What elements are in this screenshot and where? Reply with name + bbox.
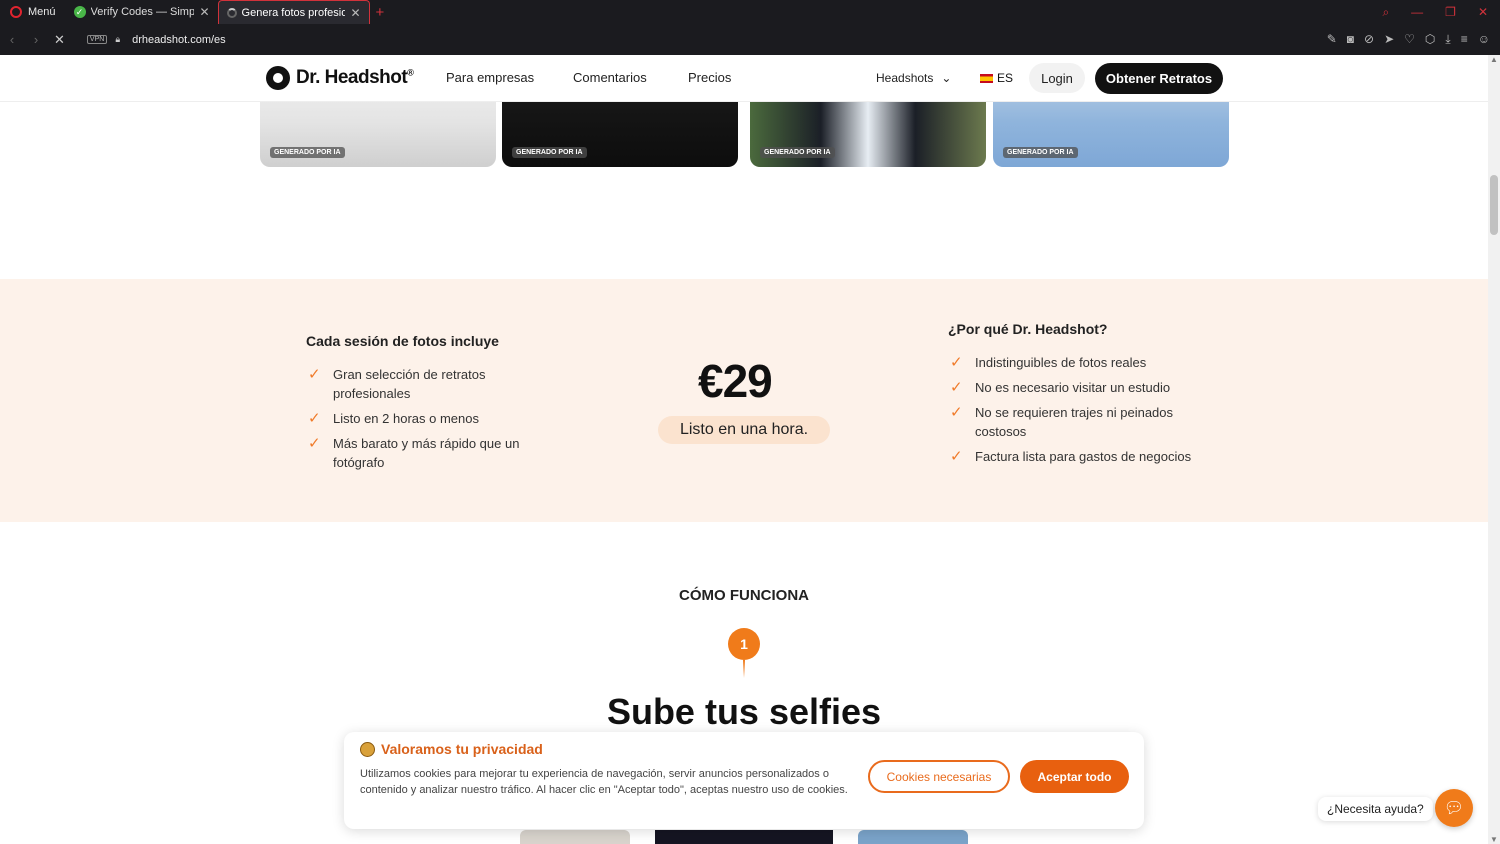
tab-title: Genera fotos profesionales bbox=[241, 6, 346, 19]
browser-menu-button[interactable]: Menú bbox=[0, 0, 66, 24]
scroll-thumb[interactable] bbox=[1490, 175, 1498, 235]
nav-link-pricing[interactable]: Precios bbox=[688, 70, 731, 85]
step-connector bbox=[743, 660, 745, 678]
cookie-title-text: Valoramos tu privacidad bbox=[381, 741, 543, 757]
check-icon: ✓ bbox=[308, 435, 321, 452]
example-upload-thumb bbox=[655, 830, 833, 844]
check-icon: ✓ bbox=[950, 379, 963, 396]
tab-drheadshot[interactable]: Genera fotos profesionales ✕ bbox=[217, 0, 370, 24]
ai-generated-badge: GENERADO POR IA bbox=[270, 147, 345, 158]
price: €29 bbox=[698, 355, 773, 407]
nav-link-business[interactable]: Para empresas bbox=[446, 70, 534, 85]
cookie-title: Valoramos tu privacidad bbox=[360, 741, 543, 757]
forward-icon[interactable]: › bbox=[24, 32, 48, 47]
get-headshots-button[interactable]: Obtener Retratos bbox=[1095, 63, 1223, 94]
chevron-down-icon: ⌄ bbox=[941, 71, 952, 85]
example-selfie-thumb bbox=[520, 830, 630, 844]
restore-icon[interactable]: ❐ bbox=[1445, 5, 1456, 19]
includes-title: Cada sesión de fotos incluye bbox=[306, 333, 499, 349]
window-controls: ⌕ — ❐ ✕ bbox=[1382, 5, 1500, 20]
vpn-badge[interactable]: VPN bbox=[86, 35, 108, 44]
check-icon: ✓ bbox=[308, 366, 321, 383]
accept-all-button[interactable]: Aceptar todo bbox=[1020, 760, 1129, 793]
lock-icon[interactable]: 🔒︎ bbox=[115, 34, 120, 45]
list-item: ✓ Gran selección de retratos profesionale… bbox=[308, 366, 486, 401]
cookie-consent-banner: Valoramos tu privacidad Utilizamos cooki… bbox=[344, 732, 1144, 829]
help-label[interactable]: ¿Necesita ayuda? bbox=[1318, 797, 1433, 821]
ai-generated-badge: GENERADO POR IA bbox=[760, 147, 835, 158]
why-list: ✓ Indistinguibles de fotos reales ✓ No es … bbox=[950, 353, 1200, 472]
headshots-dropdown-label: Headshots bbox=[876, 71, 934, 85]
stop-loading-icon[interactable]: ✕ bbox=[54, 32, 65, 48]
loading-spinner-icon bbox=[226, 7, 237, 18]
adblock-icon[interactable]: ⊘ bbox=[1364, 32, 1374, 47]
list-item: ✓ Listo en 2 horas o menos bbox=[308, 410, 479, 427]
list-item: ✓ No es necesario visitar un estudio bbox=[950, 379, 1171, 396]
address-bar: ‹ › ✕ VPN 🔒︎ drheadshot.com/es ✎ ◙ ⊘ ➤ ♡… bbox=[0, 24, 1500, 55]
check-icon: ✓ bbox=[950, 354, 963, 371]
logo-text: Dr. Headshot® bbox=[296, 67, 414, 88]
send-icon[interactable]: ➤ bbox=[1384, 32, 1394, 47]
how-it-works-title: CÓMO FUNCIONA bbox=[679, 587, 809, 604]
list-item: ✓ No se requieren trajes ni peinados cost… bbox=[950, 404, 1174, 439]
example-selfie-thumb bbox=[858, 830, 968, 844]
site-header: Dr. Headshot® Para empresas Comentarios … bbox=[0, 55, 1488, 102]
opera-logo-icon bbox=[10, 6, 22, 18]
ready-time-pill: Listo en una hora. bbox=[658, 416, 830, 444]
edit-icon[interactable]: ✎ bbox=[1327, 32, 1337, 47]
close-window-icon[interactable]: ✕ bbox=[1478, 5, 1488, 19]
search-tabs-icon[interactable]: ⌕ bbox=[1382, 5, 1389, 20]
nav-link-reviews[interactable]: Comentarios bbox=[573, 70, 647, 85]
chat-bubble-icon: 💬︎ bbox=[1443, 800, 1465, 817]
site-logo[interactable]: Dr. Headshot® bbox=[266, 66, 414, 90]
camera-icon[interactable]: ◙ bbox=[1347, 32, 1354, 47]
tab-verify-codes[interactable]: ✓ Verify Codes — SimplyCodes ✕ bbox=[66, 0, 218, 24]
check-icon: ✓ bbox=[950, 404, 963, 421]
why-title: ¿Por qué Dr. Headshot? bbox=[948, 321, 1108, 337]
necessary-cookies-button[interactable]: Cookies necesarias bbox=[868, 760, 1010, 793]
ai-generated-badge: GENERADO POR IA bbox=[512, 147, 587, 158]
spain-flag-icon bbox=[980, 73, 993, 83]
check-icon: ✓ bbox=[950, 448, 963, 465]
check-icon: ✓ bbox=[308, 410, 321, 427]
headshots-dropdown[interactable]: Headshots ⌄ bbox=[876, 71, 951, 85]
login-button[interactable]: Login bbox=[1029, 63, 1085, 93]
list-item: ✓ Más barato y más rápido que un fotógraf… bbox=[308, 435, 520, 470]
language-label: ES bbox=[997, 71, 1014, 85]
profile-icon[interactable]: ☺ bbox=[1478, 32, 1490, 47]
url-field[interactable]: drheadshot.com/es bbox=[132, 34, 226, 46]
minimize-icon[interactable]: — bbox=[1411, 5, 1423, 19]
download-icon[interactable]: ⤓ bbox=[1445, 32, 1450, 47]
ai-generated-badge: GENERADO POR IA bbox=[1003, 147, 1078, 158]
web-page: GENERADO POR IA GENERADO POR IA GENERADO… bbox=[0, 55, 1488, 844]
scroll-down-icon[interactable]: ▼ bbox=[1488, 835, 1500, 844]
heart-icon[interactable]: ♡ bbox=[1404, 32, 1415, 47]
includes-list: ✓ Gran selección de retratos profesionale… bbox=[308, 365, 553, 478]
check-favicon-icon: ✓ bbox=[73, 6, 86, 18]
language-selector[interactable]: ES bbox=[980, 71, 1013, 85]
step-number-badge: 1 bbox=[728, 628, 760, 660]
list-item: ✓ Factura lista para gastos de negocios bbox=[950, 448, 1192, 465]
browser-tab-bar: Menú ✓ Verify Codes — SimplyCodes ✕ Gene… bbox=[0, 0, 1500, 24]
browser-menu-label: Menú bbox=[28, 6, 56, 18]
easy-setup-icon[interactable]: ≡ bbox=[1461, 32, 1468, 47]
tab-close-icon[interactable]: ✕ bbox=[350, 6, 360, 20]
new-tab-icon[interactable]: + bbox=[376, 4, 385, 21]
address-bar-actions: ✎ ◙ ⊘ ➤ ♡ ⬡ ⤓ ≡ ☺ bbox=[1327, 32, 1500, 47]
cube-icon[interactable]: ⬡ bbox=[1425, 32, 1435, 47]
aperture-logo-icon bbox=[266, 66, 290, 90]
cookie-icon bbox=[360, 741, 375, 757]
list-item: ✓ Indistinguibles de fotos reales bbox=[950, 354, 1147, 371]
back-icon[interactable]: ‹ bbox=[0, 32, 24, 47]
cookie-description: Utilizamos cookies para mejorar tu exper… bbox=[360, 768, 848, 796]
tab-close-icon[interactable]: ✕ bbox=[199, 5, 209, 19]
page-scrollbar[interactable]: ▲ ▼ bbox=[1488, 55, 1500, 844]
step-title: Sube tus selfies bbox=[606, 691, 882, 732]
chat-button[interactable]: 💬︎ bbox=[1435, 789, 1473, 827]
scroll-up-icon[interactable]: ▲ bbox=[1488, 55, 1500, 64]
pricing-section: Cada sesión de fotos incluye ✓ Gran selec… bbox=[0, 279, 1488, 522]
tab-title: Verify Codes — SimplyCodes bbox=[90, 6, 195, 18]
